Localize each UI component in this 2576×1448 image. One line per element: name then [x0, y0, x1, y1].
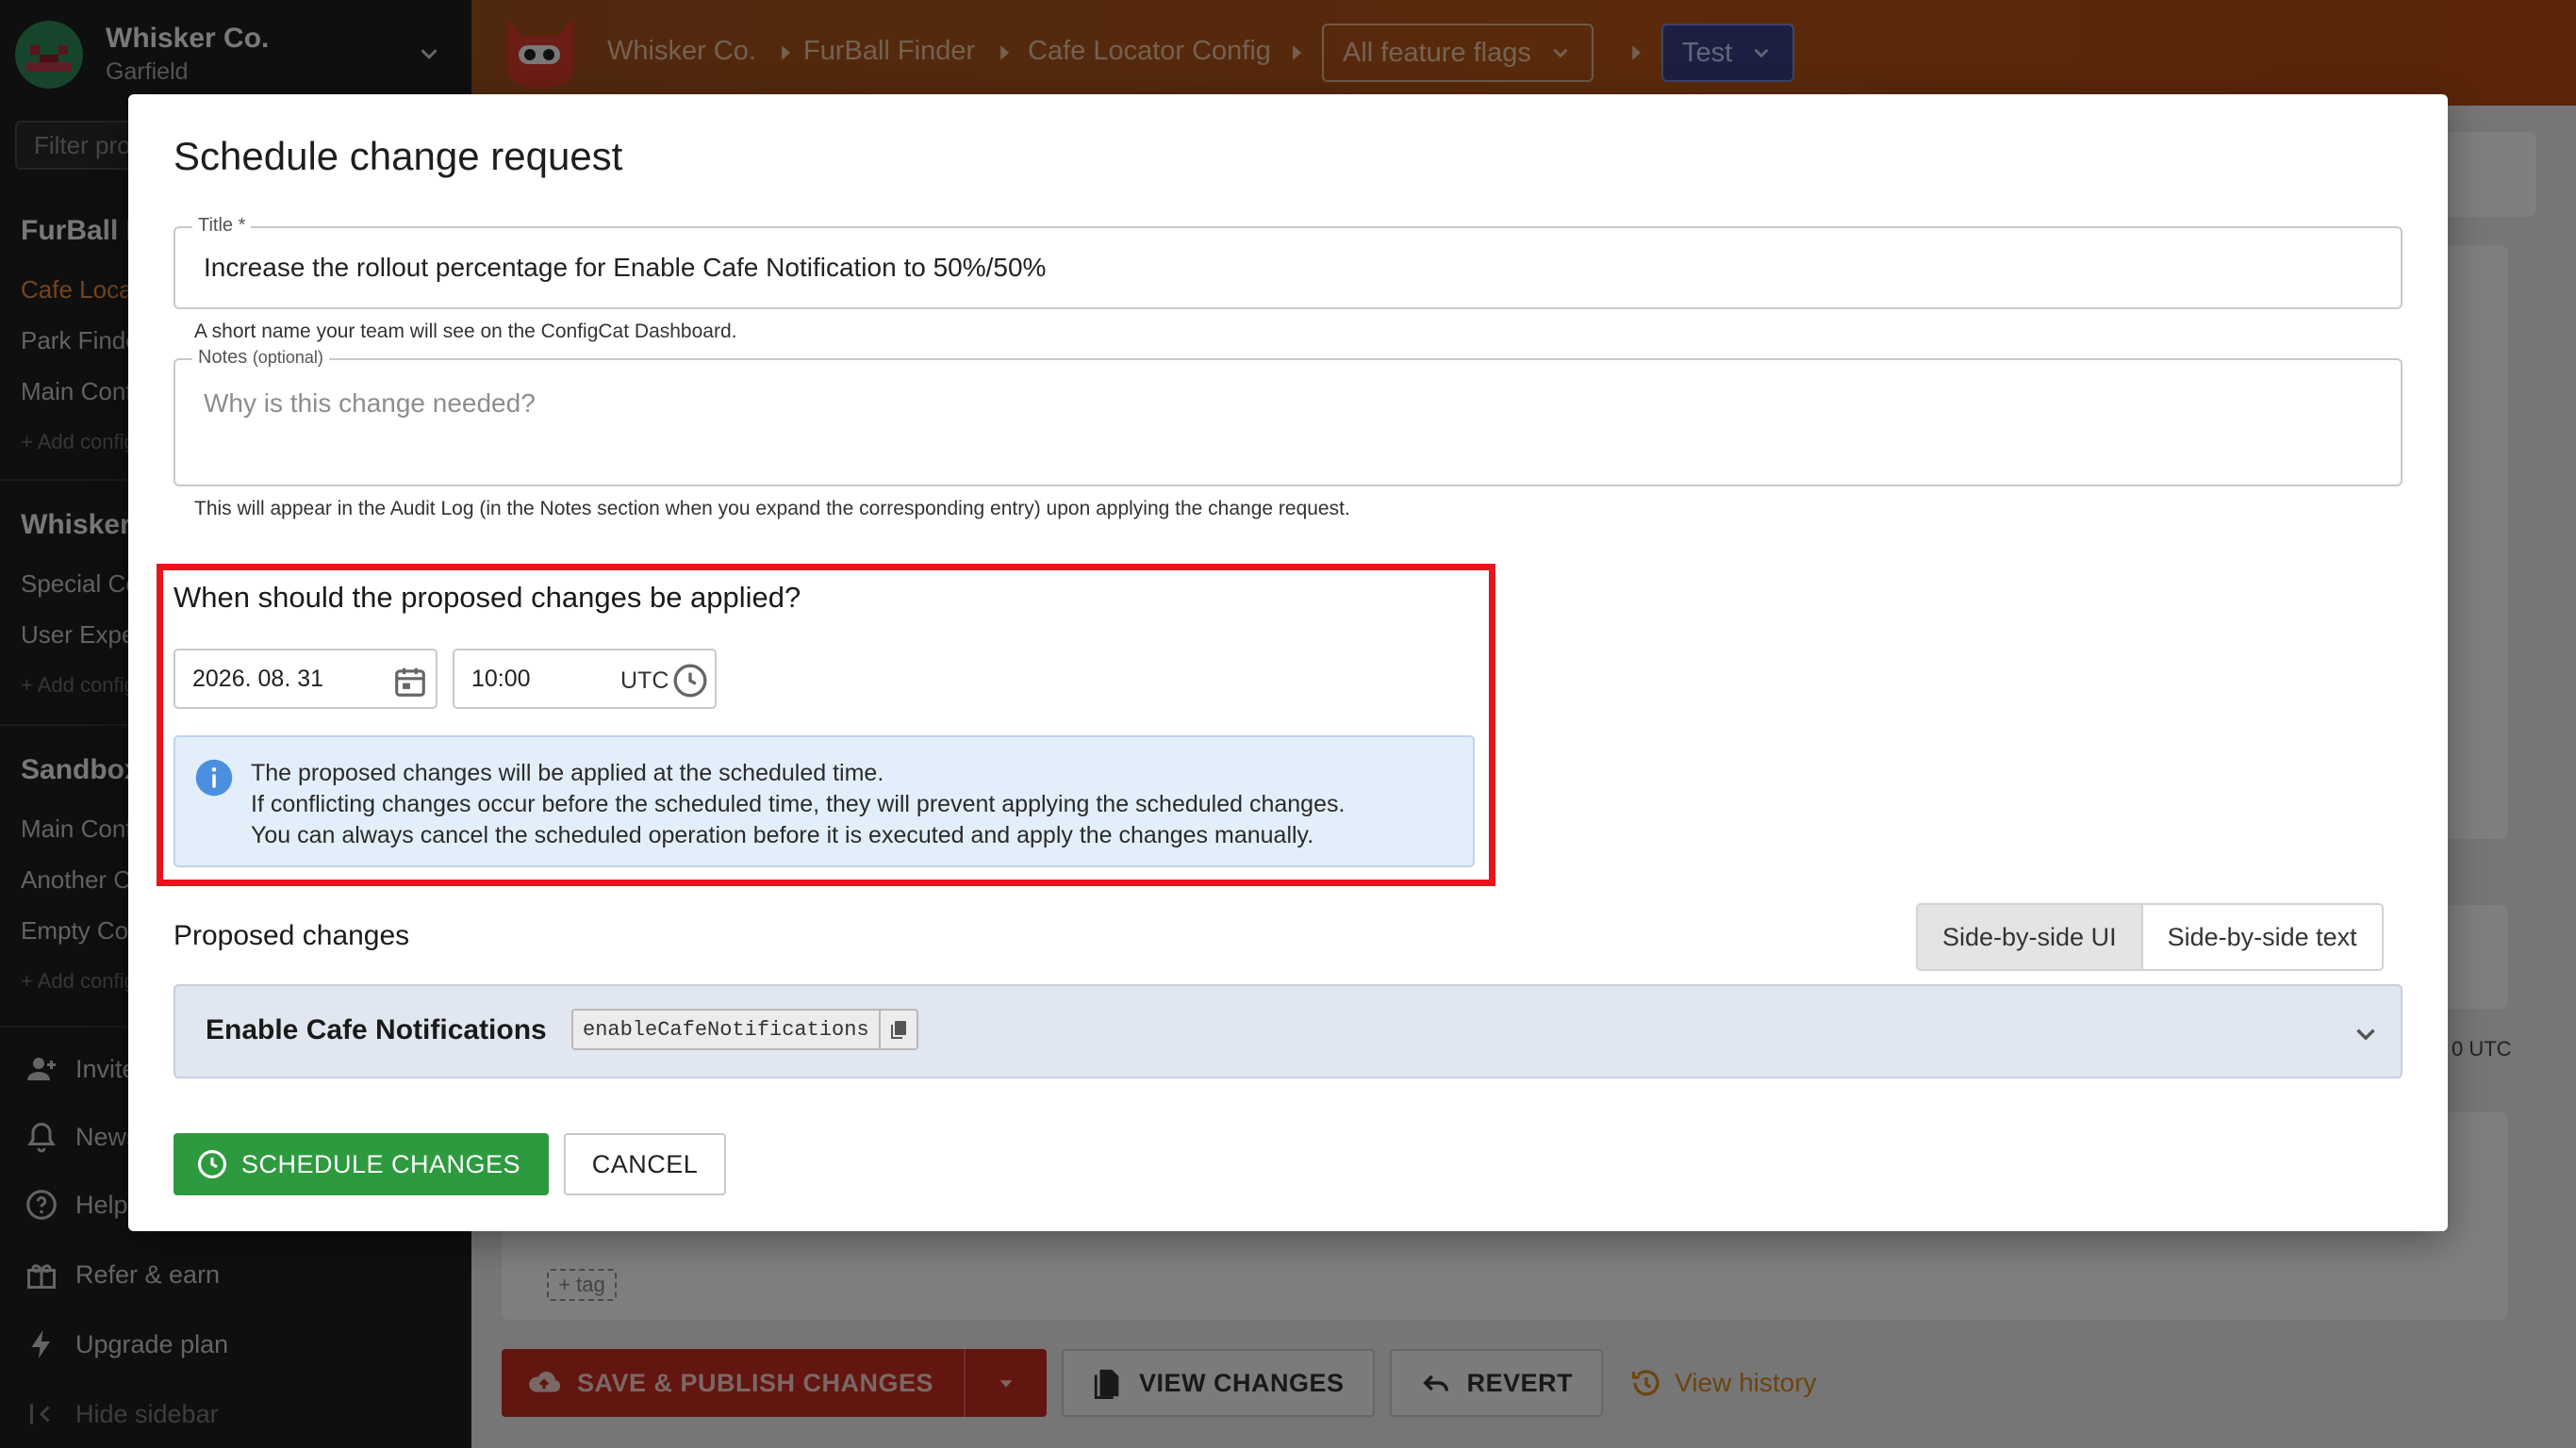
side-by-side-text-button[interactable]: Side-by-side text	[2143, 905, 2382, 969]
copy-icon[interactable]	[878, 1011, 916, 1048]
flag-key-text: enableCafeNotifications	[583, 1017, 869, 1042]
notes-helper-text: This will appear in the Audit Log (in th…	[194, 498, 1350, 519]
info-line: The proposed changes will be applied at …	[251, 760, 884, 786]
proposed-changes-title: Proposed changes	[173, 920, 410, 951]
info-line: If conflicting changes occur before the …	[251, 791, 1346, 817]
diff-view-toggle: Side-by-side UI Side-by-side text	[1916, 903, 2384, 971]
title-field[interactable]: Title *	[173, 215, 2403, 309]
dialog-title: Schedule change request	[173, 134, 623, 178]
schedule-changes-button[interactable]: SCHEDULE CHANGES	[173, 1133, 549, 1195]
flag-key-chip: enableCafeNotifications	[571, 1009, 918, 1050]
clock-icon	[197, 1149, 227, 1179]
schedule-change-request-dialog: Schedule change request Title * A short …	[128, 94, 2448, 1231]
time-picker[interactable]: UTC	[453, 649, 717, 709]
cancel-button[interactable]: CANCEL	[564, 1133, 726, 1195]
notes-textarea[interactable]	[175, 360, 2401, 485]
side-by-side-ui-button[interactable]: Side-by-side UI	[1918, 905, 2143, 969]
schedule-info-alert: The proposed changes will be applied at …	[173, 735, 1475, 867]
clock-icon[interactable]	[671, 662, 709, 699]
info-line: You can always cancel the scheduled oper…	[251, 822, 1314, 848]
proposed-flag-row[interactable]: Enable Cafe Notifications enableCafeNoti…	[173, 984, 2403, 1078]
time-input[interactable]	[454, 650, 596, 707]
schedule-question: When should the proposed changes be appl…	[173, 581, 801, 614]
date-picker[interactable]	[173, 649, 438, 709]
timezone-label: UTC	[620, 667, 669, 694]
flag-name: Enable Cafe Notifications	[206, 1014, 547, 1045]
title-helper-text: A short name your team will see on the C…	[194, 321, 737, 342]
schedule-changes-label: SCHEDULE CHANGES	[241, 1149, 521, 1178]
date-input[interactable]	[175, 650, 364, 707]
notes-field[interactable]: Notes (optional)	[173, 347, 2403, 486]
calendar-icon[interactable]	[392, 664, 428, 699]
chevron-down-icon[interactable]	[2350, 1018, 2382, 1050]
info-icon	[194, 758, 234, 798]
title-input[interactable]	[175, 228, 2401, 307]
